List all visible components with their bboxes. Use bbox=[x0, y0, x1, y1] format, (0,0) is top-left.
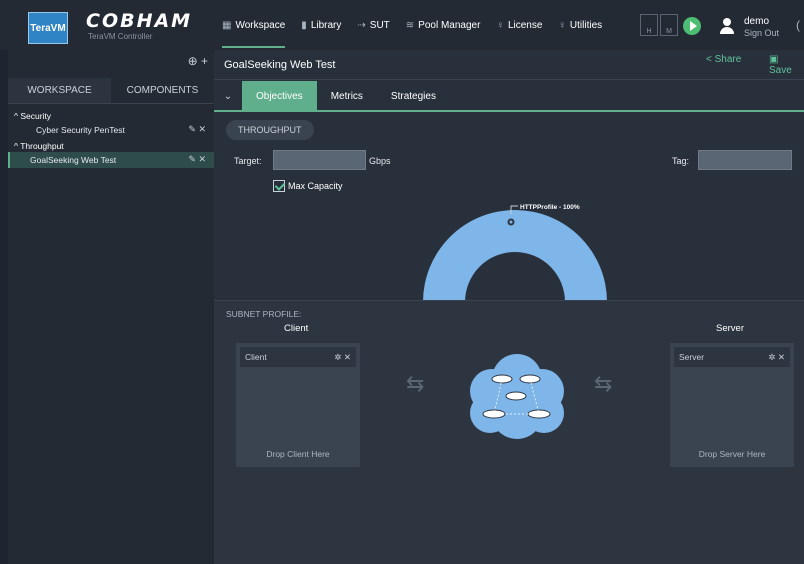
nav-workspace[interactable]: ▦ Workspace bbox=[222, 0, 286, 50]
right-exchange-icon: ⇆ bbox=[594, 371, 613, 396]
client-box-label: Client bbox=[245, 352, 267, 362]
client-title: Client bbox=[284, 323, 309, 334]
group-throughput[interactable]: ^ Throughput bbox=[8, 138, 214, 152]
nav-library[interactable]: ▮ Library bbox=[301, 0, 341, 50]
app-logo: TeraVM COBHAM TeraVM Controller bbox=[8, 6, 208, 46]
server-drop-zone[interactable]: Server ✲ ✕ Drop Server Here bbox=[670, 343, 794, 467]
server-title: Server bbox=[716, 323, 744, 334]
title-bar: GoalSeeking Web Test < Share ▣ Save bbox=[214, 50, 804, 80]
nav-utilities[interactable]: ♀ Utilities bbox=[558, 0, 602, 50]
tab-objectives[interactable]: Objectives bbox=[242, 81, 317, 111]
book-icon: ▮ bbox=[301, 19, 307, 31]
left-exchange-icon: ⇆ bbox=[406, 371, 425, 396]
gear-close-icons[interactable]: ✲ ✕ bbox=[768, 352, 785, 363]
teravm-badge: TeraVM bbox=[28, 12, 68, 44]
user-icon[interactable] bbox=[720, 18, 734, 34]
target-input[interactable] bbox=[273, 150, 366, 170]
gear-close-icons[interactable]: ✲ ✕ bbox=[334, 352, 351, 363]
top-bar: TeraVM COBHAM TeraVM Controller ▦ Workspa… bbox=[0, 0, 804, 50]
chevron-down-icon[interactable]: ⌄ bbox=[214, 91, 242, 102]
nav-sut-label: SUT bbox=[369, 19, 390, 31]
ribbon-icon: ♀ bbox=[558, 19, 566, 31]
server-box-label: Server bbox=[679, 352, 705, 362]
tab-metrics[interactable]: Metrics bbox=[317, 81, 377, 111]
max-capacity-checkbox[interactable]: Max Capacity bbox=[273, 180, 343, 192]
item-actions[interactable]: ✎ ✕ bbox=[188, 154, 206, 165]
tag-label: Tag: bbox=[672, 156, 690, 166]
tree-item-cyber-security-pentest[interactable]: Cyber Security PenTest ✎ ✕ bbox=[8, 122, 214, 138]
network-cloud-icon bbox=[470, 354, 564, 439]
donut-arc bbox=[423, 210, 607, 302]
checkbox-icon[interactable] bbox=[273, 180, 285, 192]
sidebar-tools[interactable]: ⊕ + bbox=[188, 54, 208, 68]
chart-label: HTTPProfile - 100% bbox=[520, 204, 580, 211]
main-nav: ▦ Workspace ▮ Library ⇢ SUT ≋ Pool Manager ♀… bbox=[222, 0, 618, 50]
gear-icon[interactable] bbox=[507, 218, 515, 226]
link-icon: ⇢ bbox=[357, 19, 366, 31]
nav-library-label: Library bbox=[310, 19, 342, 31]
main-panel: GoalSeeking Web Test < Share ▣ Save ⌄ Ob… bbox=[214, 50, 804, 564]
play-button[interactable] bbox=[683, 17, 701, 35]
server-box-header: Server ✲ ✕ bbox=[674, 347, 790, 367]
ribbon-icon: ♀ bbox=[496, 19, 504, 31]
h-toggle[interactable]: H bbox=[640, 14, 658, 36]
tab-workspace[interactable]: WORKSPACE bbox=[8, 78, 111, 103]
objective-tabs: ⌄ Objectives Metrics Strategies bbox=[214, 81, 804, 112]
nav-workspace-label: Workspace bbox=[235, 19, 286, 31]
profile-donut-chart: HTTPProfile - 100% bbox=[423, 204, 607, 302]
save-button[interactable]: ▣ Save bbox=[769, 54, 804, 76]
save-label: Save bbox=[769, 65, 792, 76]
stack-icon: ≋ bbox=[405, 19, 415, 31]
tree-item-goalseeking-web-test[interactable]: GoalSeeking Web Test ✎ ✕ bbox=[8, 152, 214, 168]
grid-icon: ▦ bbox=[222, 19, 232, 31]
save-icon: ▣ bbox=[769, 54, 779, 65]
nav-sut[interactable]: ⇢ SUT bbox=[357, 0, 389, 50]
client-drop-text: Drop Client Here bbox=[266, 449, 330, 459]
share-button[interactable]: < Share bbox=[706, 54, 741, 65]
client-box-header: Client ✲ ✕ bbox=[240, 347, 356, 367]
subnet-profile: SUBNET PROFILE: Client Server Client ✲ ✕… bbox=[214, 300, 804, 564]
nav-pool-manager[interactable]: ≋ Pool Manager bbox=[406, 0, 481, 50]
sidebar-tabs: WORKSPACE COMPONENTS bbox=[8, 78, 214, 104]
client-drop-zone[interactable]: Client ✲ ✕ Drop Client Here bbox=[236, 343, 360, 467]
play-icon bbox=[689, 21, 697, 31]
subnet-label: SUBNET PROFILE: bbox=[226, 309, 302, 319]
tree-item-label: GoalSeeking Web Test bbox=[30, 155, 117, 165]
help-icon[interactable]: ( bbox=[796, 18, 800, 32]
throughput-pill[interactable]: THROUGHPUT bbox=[226, 120, 314, 140]
group-security[interactable]: ^ Security bbox=[8, 108, 214, 122]
user-name: demo bbox=[744, 16, 770, 27]
hm-toggle[interactable]: H M bbox=[640, 14, 680, 36]
target-label: Target: bbox=[234, 156, 262, 166]
brand-subtitle: TeraVM Controller bbox=[88, 32, 153, 41]
nav-pool-manager-label: Pool Manager bbox=[418, 19, 481, 31]
tag-input[interactable] bbox=[698, 150, 792, 170]
tab-strategies[interactable]: Strategies bbox=[377, 81, 450, 111]
brand-name: COBHAM bbox=[86, 10, 193, 32]
nav-license[interactable]: ♀ License bbox=[496, 0, 542, 50]
tab-components[interactable]: COMPONENTS bbox=[111, 78, 214, 103]
sidebar: ⊕ + WORKSPACE COMPONENTS ^ Security Cybe… bbox=[8, 50, 214, 564]
sign-out-link[interactable]: Sign Out bbox=[744, 28, 779, 38]
unit-label: Gbps bbox=[369, 156, 391, 166]
tree-item-label: Cyber Security PenTest bbox=[36, 125, 125, 135]
workspace-tree: ^ Security Cyber Security PenTest ✎ ✕ ^ … bbox=[8, 108, 214, 168]
server-drop-text: Drop Server Here bbox=[698, 449, 766, 459]
item-actions[interactable]: ✎ ✕ bbox=[188, 124, 206, 135]
share-label: Share bbox=[714, 54, 742, 65]
max-capacity-label: Max Capacity bbox=[288, 181, 343, 191]
nav-utilities-label: Utilities bbox=[569, 19, 603, 31]
m-toggle[interactable]: M bbox=[660, 14, 678, 36]
page-title: GoalSeeking Web Test bbox=[224, 59, 336, 71]
nav-license-label: License bbox=[507, 19, 543, 31]
share-icon: < bbox=[706, 54, 715, 65]
